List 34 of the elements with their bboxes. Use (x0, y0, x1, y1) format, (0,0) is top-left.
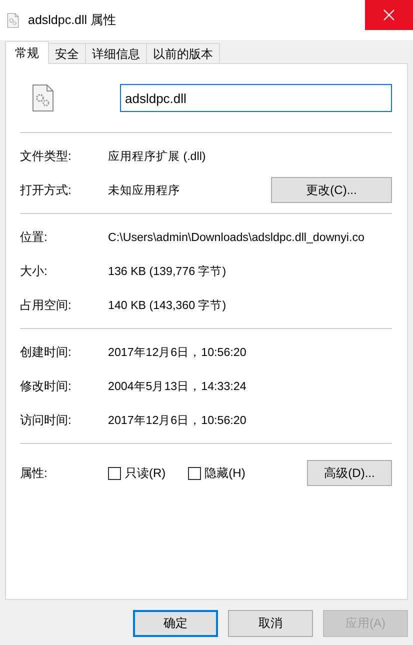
checkbox-label: 只读(R) (125, 464, 166, 482)
checkbox-label: 隐藏(H) (204, 464, 246, 482)
field-value: 未知应用程序 (108, 182, 181, 198)
file-icon (32, 84, 54, 112)
field-label: 位置: (20, 228, 48, 246)
field-value: 136 KB (139,776 字节) (108, 264, 228, 278)
field-value: 2017年12月6日，10:56:20 (108, 412, 248, 428)
field-label: 大小: (20, 262, 48, 280)
change-button[interactable]: 更改(C)... (271, 177, 392, 203)
field-value: 140 KB (143,360 字节) (108, 298, 228, 312)
field-value: C:\Users\admin\Downloads\adsldpc.dll_downyi.co (108, 230, 366, 244)
field-value: 应用程序扩展 (.dll) (108, 148, 207, 164)
field-label: 占用空间: (20, 296, 72, 314)
checkbox[interactable] (108, 466, 121, 480)
checkbox[interactable] (188, 466, 201, 480)
field-value: 2017年12月6日，10:56:20 (108, 344, 248, 360)
file-icon (7, 12, 19, 28)
field-label: 修改时间: (20, 378, 72, 394)
window-title: adsldpc.dll 属性 (28, 12, 118, 28)
field-label: 创建时间: (20, 344, 72, 360)
advanced-button[interactable]: 高级(D)... (307, 460, 392, 486)
cancel-button[interactable]: 取消 (228, 610, 313, 637)
tab[interactable]: 详细信息 (85, 43, 147, 63)
field-value: 2004年5月13日，14:33:24 (108, 378, 248, 394)
tab[interactable]: 常规 (5, 41, 49, 64)
tab[interactable]: 安全 (48, 43, 86, 63)
field-label: 属性: (20, 464, 48, 482)
field-label: 文件类型: (20, 148, 72, 164)
tab[interactable]: 以前的版本 (146, 43, 220, 63)
file-name-field[interactable]: adsldpc.dll (120, 84, 392, 112)
field-label: 打开方式: (20, 182, 72, 198)
close-icon (383, 9, 395, 21)
ok-button[interactable]: 确定 (133, 610, 218, 637)
field-label: 访问时间: (20, 412, 72, 428)
